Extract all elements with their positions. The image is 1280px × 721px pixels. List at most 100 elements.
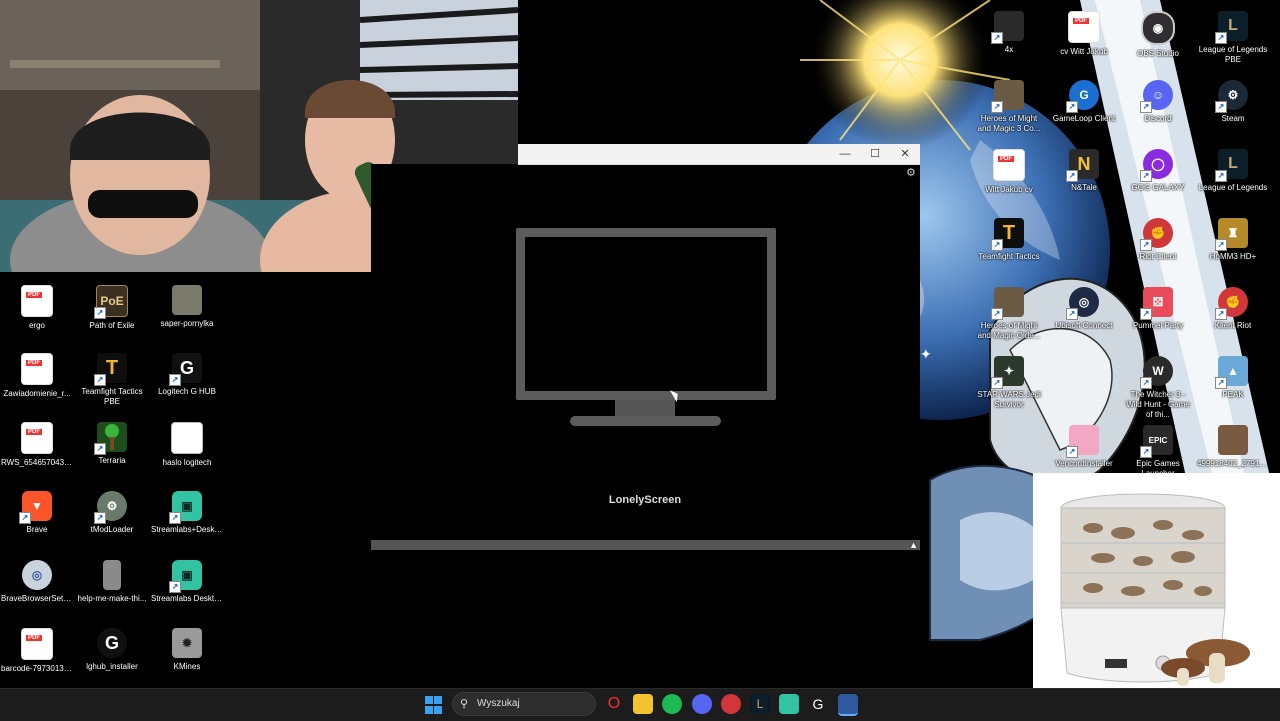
sparkle-icon: ✦	[920, 346, 932, 362]
riot-taskbar-icon[interactable]	[721, 694, 741, 714]
desktop-icon-tft-pbe[interactable]: T Teamfight Tactics PBE	[75, 345, 149, 415]
discord-taskbar-icon[interactable]	[692, 694, 712, 714]
monitor-stand-neck	[615, 400, 675, 417]
desktop-icon-lghub-installer[interactable]: G lghub_installer	[75, 620, 149, 686]
desktop-icon-gameloop[interactable]: G GameLoop Client	[1047, 72, 1121, 138]
desktop-icon-rws[interactable]: RWS_654657043.PDF	[0, 414, 74, 480]
teamfight-tactics-icon: T	[94, 353, 127, 386]
pdf-icon	[21, 422, 53, 454]
image-file-icon	[103, 560, 121, 590]
homm3-icon: ♜	[1215, 218, 1248, 251]
product-image-dehydrator	[1033, 473, 1280, 688]
desktop-icon-pummel-party[interactable]: ⚄ Pummel Party	[1121, 279, 1195, 345]
desktop-icon-ubisoft[interactable]: ◎ Ubisoft Connect	[1047, 279, 1121, 345]
desktop-icon-brave[interactable]: ▼ Brave	[0, 483, 74, 549]
desktop-icon-riot-client[interactable]: ✊ Riot Client	[1121, 210, 1195, 276]
desktop-icon-tft[interactable]: T Teamfight Tactics	[972, 210, 1046, 276]
pummel-icon: ⚄	[1140, 287, 1173, 320]
desktop-icon-tmodloader[interactable]: ⚙ tModLoader	[75, 483, 149, 549]
desktop-icon-heroes-3[interactable]: Heroes of Might and Magic 3 Co...	[972, 72, 1046, 142]
desktop-icon-logitech-ghub[interactable]: G Logitech G HUB	[150, 345, 224, 411]
terraria-icon	[94, 422, 127, 455]
desktop-icon-saper[interactable]: saper-pornylka	[150, 277, 224, 343]
desktop-icon-star-wars[interactable]: ✦ STAR WARS Jedi Survivor	[972, 348, 1046, 418]
start-button-windows-icon[interactable]	[425, 696, 443, 714]
starwars-icon: ✦	[991, 356, 1024, 389]
settings-gear-icon[interactable]: ⚙	[906, 166, 916, 179]
desktop-icon-homm3-hd[interactable]: ♜ HoMM3 HD+	[1196, 210, 1270, 276]
spotify-icon[interactable]	[662, 694, 682, 714]
desktop-icon-witt-jakub-cv[interactable]: Witt Jakub cv	[972, 141, 1046, 207]
image-file-icon	[172, 285, 202, 315]
desktop-icon-barcode[interactable]: barcode-79730137...	[0, 620, 74, 686]
desktop-icon-zawiadomienie[interactable]: Zawiadomienie_r...	[0, 345, 74, 411]
pdf-icon	[21, 285, 53, 317]
desktop-icon-klient-riot[interactable]: ✊ Klient Riot	[1196, 279, 1270, 345]
riot-icon: ✊	[1140, 218, 1173, 251]
desktop-icon-ergo[interactable]: ergo	[0, 277, 74, 343]
desktop-icon-streamlabs-plus[interactable]: ▣ Streamlabs+Deskt...	[150, 483, 224, 549]
file-explorer-icon[interactable]	[633, 694, 653, 714]
pdf-icon	[993, 149, 1025, 181]
chevron-up-icon[interactable]: ▲	[909, 540, 918, 550]
search-icon: ⚲	[460, 698, 469, 710]
installer-icon: ◎	[22, 560, 52, 590]
brave-icon: ▼	[19, 491, 52, 524]
witcher-icon: W	[1140, 356, 1173, 389]
logitech-icon: G	[169, 353, 202, 386]
shortcut-icon	[991, 11, 1024, 44]
kmines-icon: ✹	[172, 628, 202, 658]
gameloop-icon: G	[1066, 80, 1099, 113]
taskbar-search-input[interactable]: ⚲ Wyszukaj	[452, 692, 596, 716]
opera-icon[interactable]: O	[604, 694, 624, 714]
obs-icon: ◉	[1141, 11, 1175, 45]
tmodloader-icon: ⚙	[94, 491, 127, 524]
image-file-icon	[1218, 425, 1248, 455]
minimize-button[interactable]: —	[830, 144, 860, 164]
desktop: ergo PoE Path of Exile saper-pornylka Za…	[0, 0, 1280, 688]
close-button[interactable]: ✕	[890, 144, 920, 164]
league-icon: L	[1215, 11, 1248, 44]
ubisoft-icon: ◎	[1066, 287, 1099, 320]
desktop-icon-league-pbe[interactable]: L League of Legends PBE	[1196, 3, 1270, 73]
window-scrollbar[interactable]: ▲	[371, 540, 920, 550]
desktop-icon-haslo-logitech[interactable]: haslo logitech	[150, 414, 224, 480]
league-taskbar-icon[interactable]: L	[750, 694, 770, 714]
monitor-illustration	[516, 228, 776, 400]
desktop-icon-nostale[interactable]: N N&Tale	[1047, 141, 1121, 207]
desktop-icon-heroes-olden[interactable]: Heroes of Might and Magic Olde...	[972, 279, 1046, 349]
discord-icon: ☺	[1140, 80, 1173, 113]
desktop-icon-witcher3[interactable]: W The Witcher 3 - Wild Hunt - Game of th…	[1121, 348, 1195, 419]
nostale-icon: N	[1066, 149, 1099, 182]
league-icon: L	[1215, 149, 1248, 182]
pdf-icon	[21, 353, 53, 385]
desktop-icon-kmines[interactable]: ✹ KMines	[150, 620, 224, 686]
streamlabs-icon: ▣	[169, 560, 202, 593]
desktop-icon-brave-setup[interactable]: ◎ BraveBrowserSetu...	[0, 552, 74, 618]
desktop-icon-terraria[interactable]: Terraria	[75, 414, 149, 480]
desktop-icon-obs[interactable]: ◉ OBS Studio	[1121, 3, 1195, 69]
desktop-icon-cv-witt-jakub[interactable]: cv Witt Jakub	[1047, 3, 1121, 69]
heroes-icon	[991, 287, 1024, 320]
window-titlebar[interactable]: — ☐ ✕	[518, 144, 920, 165]
desktop-icon-steam[interactable]: ⚙ Steam	[1196, 72, 1270, 138]
lonelyscreen-label: LonelyScreen	[608, 494, 682, 506]
riot-icon: ✊	[1215, 287, 1248, 320]
desktop-icon-4x[interactable]: 4x	[972, 3, 1046, 69]
desktop-icon-league[interactable]: L League of Legends	[1196, 141, 1270, 207]
desktop-icon-gog[interactable]: ◯ GOG GALAXY	[1121, 141, 1195, 207]
epic-icon: EPIC	[1140, 425, 1173, 458]
desktop-icon-peak[interactable]: ▲ PEAK	[1196, 348, 1270, 414]
desktop-icon-path-of-exile[interactable]: PoE Path of Exile	[75, 277, 149, 343]
desktop-icon-streamlabs-desktop[interactable]: ▣ Streamlabs Desktop	[150, 552, 224, 618]
maximize-button[interactable]: ☐	[860, 144, 890, 164]
teamfight-tactics-icon: T	[991, 218, 1024, 251]
logitech-taskbar-icon[interactable]: G	[808, 694, 828, 714]
desktop-icon-help-me[interactable]: help-me-make-thi...	[75, 552, 149, 618]
steam-icon: ⚙	[1215, 80, 1248, 113]
peak-icon: ▲	[1215, 356, 1248, 389]
streamlabs-taskbar-icon[interactable]	[779, 694, 799, 714]
desktop-icon-discord[interactable]: ☺ Discord	[1121, 72, 1195, 138]
lonelyscreen-taskbar-icon[interactable]	[838, 694, 858, 716]
heroes-icon	[991, 80, 1024, 113]
